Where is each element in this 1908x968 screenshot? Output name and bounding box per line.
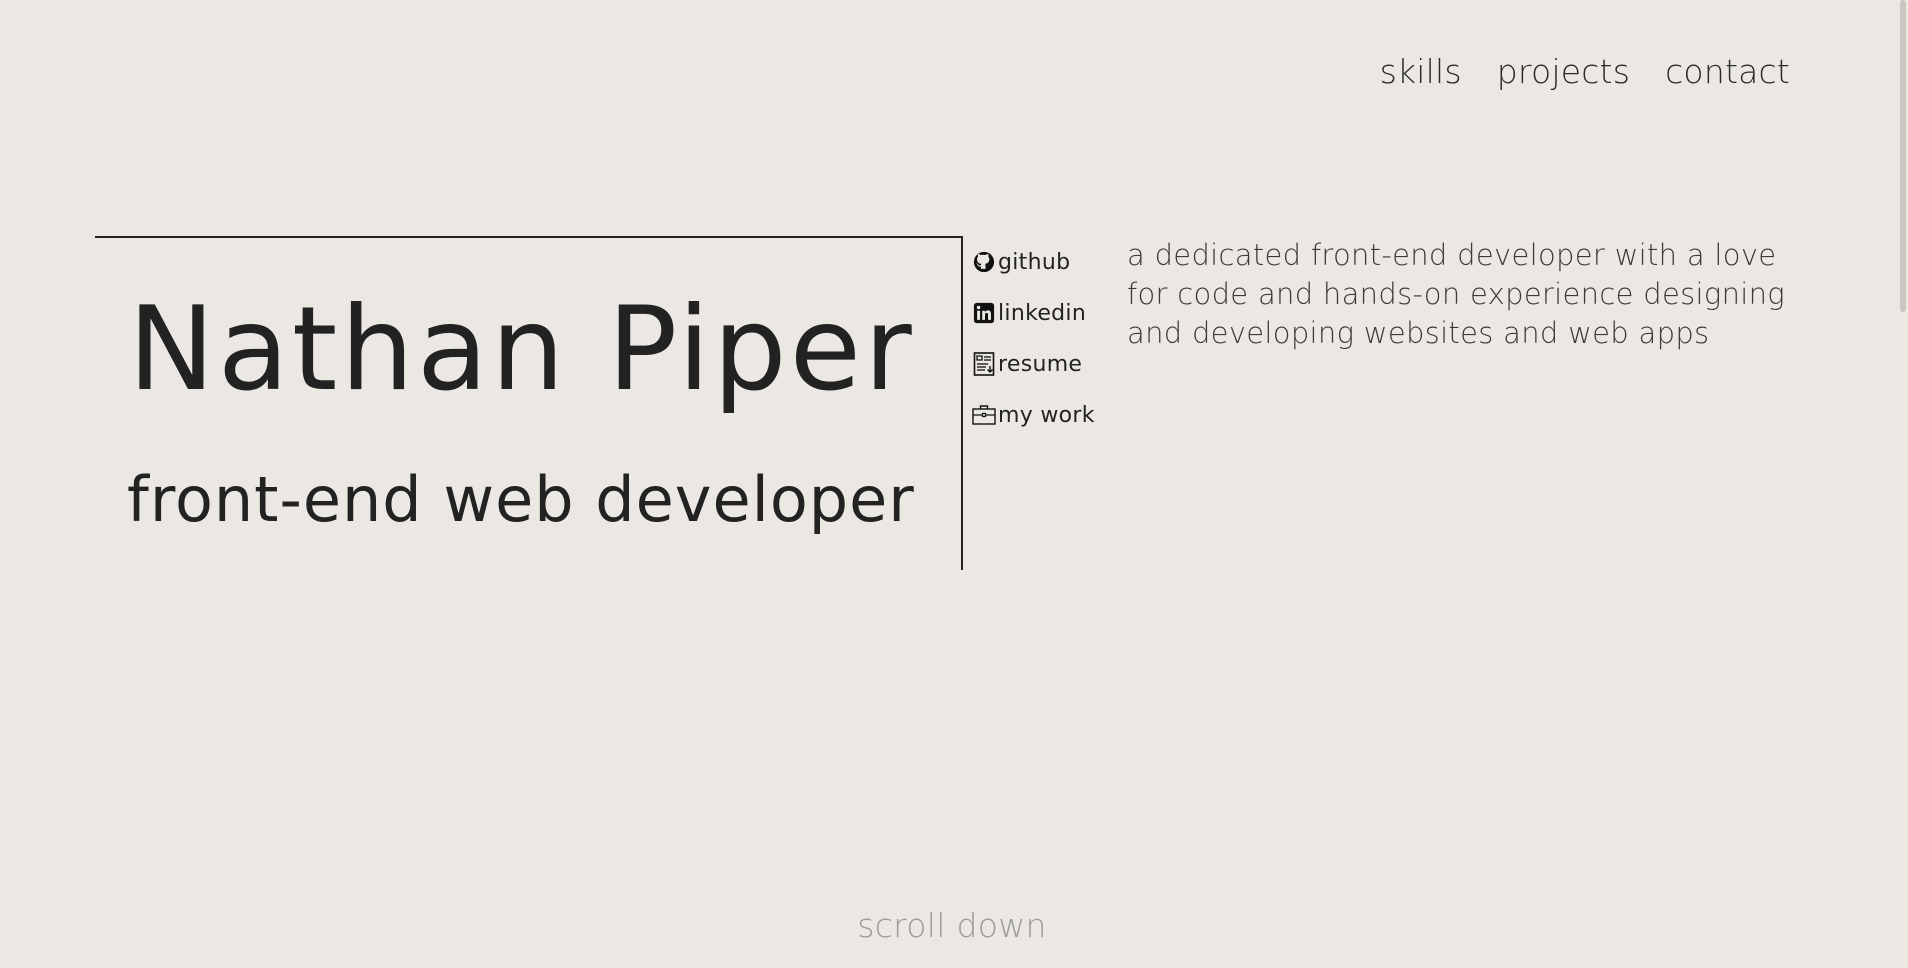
nav-link-skills[interactable]: skills — [1380, 52, 1462, 91]
hero-name: Nathan Piper — [128, 282, 915, 417]
top-navigation: skills projects contact — [1380, 52, 1790, 91]
linkedin-icon — [972, 301, 996, 325]
hero-role: front-end web developer — [127, 463, 915, 536]
intro-text: a dedicated front-end developer with a l… — [1127, 238, 1786, 350]
nav-link-contact[interactable]: contact — [1665, 52, 1790, 91]
resume-link[interactable]: resume — [972, 350, 1095, 378]
scrollbar-thumb[interactable] — [1900, 0, 1906, 312]
linkedin-label: linkedin — [998, 300, 1087, 326]
my-work-label: my work — [998, 402, 1095, 428]
scroll-down-hint[interactable]: scroll down — [0, 906, 1904, 945]
nav-link-projects[interactable]: projects — [1497, 52, 1630, 91]
resume-icon — [972, 352, 996, 376]
briefcase-icon — [972, 403, 996, 427]
github-icon — [972, 250, 996, 274]
page-scrollbar[interactable] — [1896, 0, 1908, 968]
resume-label: resume — [998, 351, 1083, 377]
linkedin-link[interactable]: linkedin — [972, 299, 1095, 327]
github-label: github — [998, 249, 1071, 275]
my-work-link[interactable]: my work — [972, 401, 1095, 429]
profile-links: github linkedin resume my work — [972, 248, 1095, 429]
github-link[interactable]: github — [972, 248, 1095, 276]
